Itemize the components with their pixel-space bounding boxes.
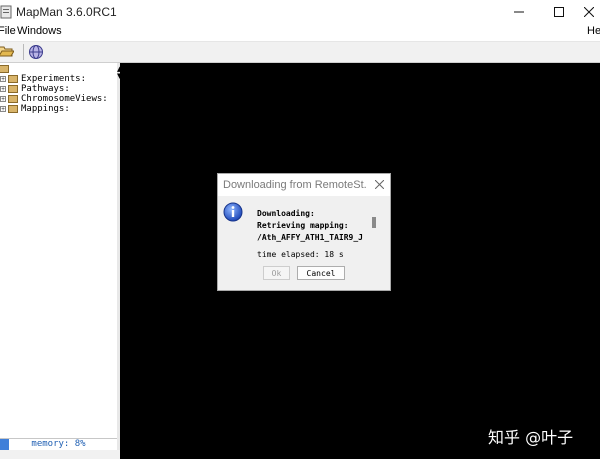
toolbar-separator: [23, 44, 24, 60]
memory-label: memory: 8%: [31, 439, 86, 449]
expand-icon[interactable]: +: [0, 86, 6, 93]
dialog-title-bar: Downloading from RemoteSt...: [218, 174, 390, 196]
app-icon: [0, 5, 12, 19]
download-dialog: Downloading from RemoteSt... Downloading…: [217, 173, 391, 291]
dialog-message-line: Retrieving mapping:: [257, 221, 349, 230]
tree-panel: + Experiments: + Pathways: + ChromosomeV…: [0, 63, 118, 438]
info-icon: [223, 202, 243, 222]
ok-button[interactable]: Ok: [263, 266, 290, 280]
tree-node-mappings[interactable]: + Mappings:: [0, 104, 70, 114]
dialog-scrollbar-thumb[interactable]: [372, 217, 376, 228]
dialog-message-line: /Ath_AFFY_ATH1_TAIR9_J: [257, 233, 363, 242]
minimize-icon: [514, 11, 524, 13]
tree-node-label: Mappings:: [21, 104, 70, 114]
tree-node-label: Experiments:: [21, 74, 87, 84]
menu-help[interactable]: He: [587, 25, 600, 37]
title-bar: MapMan 3.6.0RC1: [0, 0, 600, 24]
menu-bar: File Windows He: [0, 24, 600, 42]
dialog-message: Downloading: Retrieving mapping: /Ath_AF…: [257, 208, 369, 244]
window-title: MapMan 3.6.0RC1: [16, 5, 117, 19]
expand-icon[interactable]: +: [0, 106, 6, 113]
tree-node-experiments[interactable]: + Experiments:: [0, 74, 86, 84]
cancel-button[interactable]: Cancel: [297, 266, 345, 280]
close-icon: [584, 7, 594, 17]
folder-icon: [8, 85, 18, 93]
tree-root-folder-icon[interactable]: [0, 65, 9, 73]
tree-node-label: ChromosomeViews:: [21, 94, 108, 104]
tree-node-chromosomeviews[interactable]: + ChromosomeViews:: [0, 94, 108, 104]
open-folder-icon[interactable]: [0, 44, 14, 58]
tree-node-label: Pathways:: [21, 84, 70, 94]
close-icon: [374, 179, 384, 189]
dialog-message-line: Downloading:: [257, 209, 315, 218]
folder-icon: [8, 105, 18, 113]
menu-windows[interactable]: Windows: [17, 25, 62, 37]
expand-icon[interactable]: +: [0, 76, 6, 83]
close-window-button[interactable]: [578, 0, 600, 24]
globe-icon[interactable]: [28, 44, 44, 60]
tree-node-pathways[interactable]: + Pathways:: [0, 84, 70, 94]
maximize-button[interactable]: [536, 0, 582, 24]
maximize-icon: [554, 7, 564, 17]
dialog-close-button[interactable]: [372, 177, 386, 191]
folder-icon: [8, 95, 18, 103]
watermark-text: 知乎 @叶子: [488, 428, 574, 447]
toolbar: [0, 42, 600, 63]
menu-file[interactable]: File: [0, 25, 16, 37]
folder-icon: [8, 75, 18, 83]
dialog-title: Downloading from RemoteSt...: [223, 179, 366, 191]
time-elapsed: time elapsed: 18 s: [257, 250, 344, 259]
status-bar: [0, 450, 120, 459]
expand-icon[interactable]: +: [0, 96, 6, 103]
